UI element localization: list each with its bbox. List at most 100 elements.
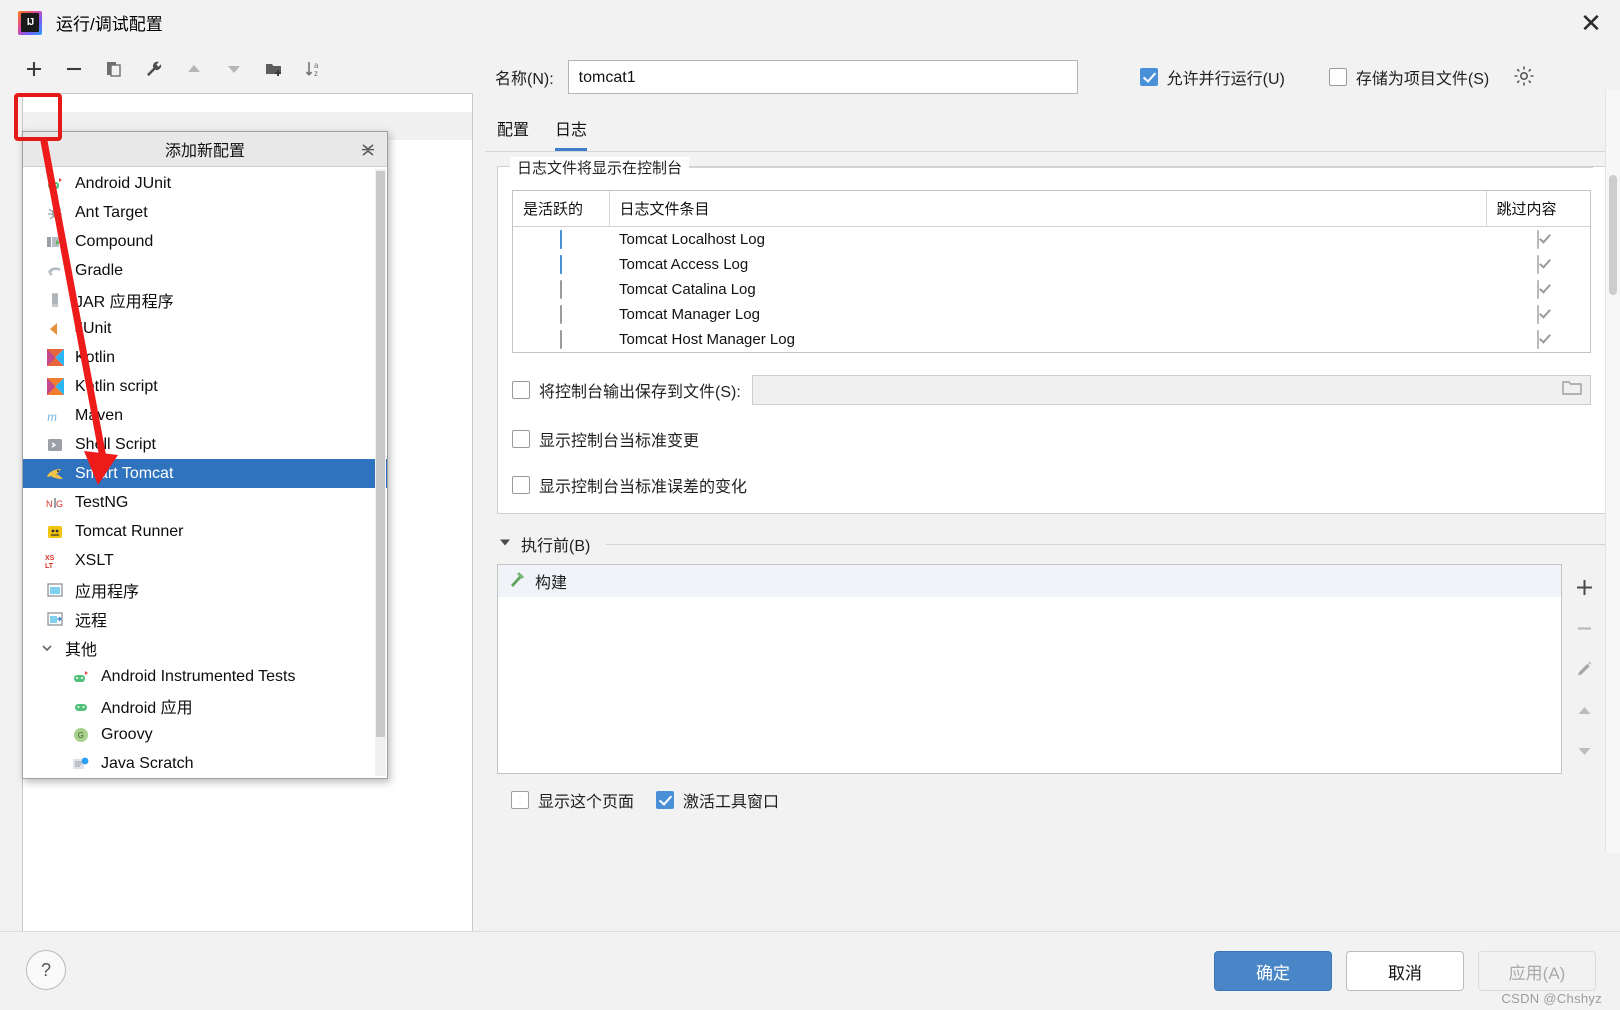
- save-console-output-checkbox[interactable]: 将控制台输出保存到文件(S):: [512, 378, 741, 402]
- add-configuration-button[interactable]: [16, 53, 52, 85]
- table-row[interactable]: Tomcat Catalina Log: [513, 277, 1590, 302]
- list-item-java-scratch[interactable]: Java Scratch: [23, 749, 387, 778]
- active-checkbox[interactable]: [560, 280, 562, 299]
- list-item-junit[interactable]: JUnit: [23, 314, 387, 343]
- active-checkbox[interactable]: [560, 230, 562, 249]
- remove-configuration-button[interactable]: [56, 53, 92, 85]
- list-item-tomcat-runner[interactable]: Tomcat Runner: [23, 517, 387, 546]
- collapse-all-icon[interactable]: [359, 140, 377, 163]
- column-header-active[interactable]: 是活跃的: [513, 191, 609, 227]
- show-console-stderr-label: 显示控制台当标准误差的变化: [539, 479, 748, 496]
- list-item-smart-tomcat[interactable]: Smart Tomcat: [23, 459, 387, 488]
- list-item-xslt[interactable]: XS LT XSLT: [23, 546, 387, 575]
- row-skip-cell[interactable]: [1486, 277, 1590, 302]
- active-checkbox[interactable]: [560, 255, 562, 274]
- list-item-compound[interactable]: Compound: [23, 227, 387, 256]
- list-item-android-instrumented-tests[interactable]: Android Instrumented Tests: [23, 662, 387, 691]
- folder-icon[interactable]: [1562, 379, 1582, 401]
- row-active-cell[interactable]: [513, 252, 609, 277]
- row-skip-cell[interactable]: [1486, 327, 1590, 352]
- row-active-cell[interactable]: [513, 327, 609, 352]
- table-row[interactable]: Tomcat Manager Log: [513, 302, 1590, 327]
- tab-configuration[interactable]: 配置: [497, 116, 529, 151]
- store-as-project-file-checkbox[interactable]: 存储为项目文件(S): [1328, 65, 1489, 89]
- copy-configuration-button[interactable]: [96, 53, 132, 85]
- skip-checkbox[interactable]: [1537, 280, 1539, 299]
- active-checkbox[interactable]: [560, 305, 562, 324]
- edit-task-button[interactable]: [1569, 654, 1599, 684]
- run-debug-configurations-dialog: 运行/调试配置 ✕: [0, 0, 1620, 1010]
- name-input[interactable]: tomcat1: [567, 60, 1078, 94]
- list-item-android-application[interactable]: Android 应用: [23, 691, 387, 720]
- before-launch-task-list[interactable]: 构建: [497, 564, 1562, 774]
- before-launch-toolbar: [1562, 564, 1606, 774]
- list-item-ant-target[interactable]: Ant Target: [23, 198, 387, 227]
- list-item-label: Android JUnit: [75, 174, 172, 192]
- show-console-stdout-checkbox[interactable]: 显示控制台当标准变更: [512, 427, 699, 451]
- groovy-icon: G: [71, 725, 91, 745]
- row-skip-cell[interactable]: [1486, 252, 1590, 277]
- list-item-label: Compound: [75, 232, 154, 250]
- dialog-scrollbar[interactable]: [1605, 90, 1620, 853]
- active-checkbox[interactable]: [560, 330, 562, 349]
- list-item-shell-script[interactable]: Shell Script: [23, 430, 387, 459]
- move-up-button[interactable]: [176, 53, 212, 85]
- new-folder-button[interactable]: [256, 53, 292, 85]
- show-this-page-checkbox[interactable]: 显示这个页面: [511, 788, 634, 812]
- skip-checkbox[interactable]: [1537, 330, 1539, 349]
- row-skip-cell[interactable]: [1486, 227, 1590, 253]
- list-item-jar-application[interactable]: JAR 应用程序: [23, 285, 387, 314]
- list-item-application[interactable]: 应用程序: [23, 575, 387, 604]
- save-console-output-path-field[interactable]: [751, 375, 1591, 405]
- svg-text:G: G: [78, 731, 84, 740]
- row-active-cell[interactable]: [513, 302, 609, 327]
- row-active-cell[interactable]: [513, 277, 609, 302]
- row-skip-cell[interactable]: [1486, 302, 1590, 327]
- move-task-down-button[interactable]: [1569, 736, 1599, 766]
- close-icon[interactable]: ✕: [1562, 0, 1620, 45]
- list-item-groovy[interactable]: G Groovy: [23, 720, 387, 749]
- edit-templates-wrench-icon[interactable]: [136, 53, 172, 85]
- row-active-cell[interactable]: [513, 227, 609, 253]
- application-icon: [45, 580, 65, 600]
- column-header-entry[interactable]: 日志文件条目: [608, 191, 1486, 227]
- sort-alpha-icon[interactable]: a z: [296, 53, 332, 85]
- apply-button[interactable]: 应用(A): [1478, 951, 1596, 991]
- svg-text:XS: XS: [45, 555, 55, 562]
- list-group-other[interactable]: 其他: [23, 633, 387, 662]
- popup-scrollbar[interactable]: [375, 169, 386, 776]
- skip-checkbox[interactable]: [1537, 305, 1539, 324]
- table-row[interactable]: Tomcat Access Log: [513, 252, 1590, 277]
- list-item-maven[interactable]: m Maven: [23, 401, 387, 430]
- show-console-stderr-row: 显示控制台当标准误差的变化: [498, 473, 1605, 497]
- list-item-kotlin[interactable]: Kotlin: [23, 343, 387, 372]
- move-down-button[interactable]: [216, 53, 252, 85]
- question-mark-icon[interactable]: ?: [26, 950, 66, 990]
- add-task-button[interactable]: [1569, 572, 1599, 602]
- triangle-down-icon[interactable]: [497, 534, 513, 554]
- table-row[interactable]: Tomcat Host Manager Log: [513, 327, 1590, 352]
- skip-checkbox[interactable]: [1537, 255, 1539, 274]
- skip-checkbox[interactable]: [1537, 230, 1539, 249]
- list-item-kotlin-script[interactable]: Kotlin script: [23, 372, 387, 401]
- list-item[interactable]: 构建: [498, 565, 1561, 597]
- column-header-skip[interactable]: 跳过内容: [1485, 191, 1590, 227]
- configuration-type-list[interactable]: Android JUnit Ant Target Compound Gradle…: [23, 167, 387, 778]
- activate-tool-window-checkbox[interactable]: 激活工具窗口: [656, 788, 779, 812]
- list-item-testng[interactable]: NG TestNG: [23, 488, 387, 517]
- window-title: 运行/调试配置: [56, 15, 163, 34]
- show-console-stderr-checkbox[interactable]: 显示控制台当标准误差的变化: [512, 473, 747, 497]
- tab-logs[interactable]: 日志: [555, 116, 588, 151]
- logs-group-legend: 日志文件将显示在控制台: [498, 156, 1605, 178]
- remove-task-button[interactable]: [1569, 613, 1599, 643]
- move-task-up-button[interactable]: [1569, 695, 1599, 725]
- cancel-button[interactable]: 取消: [1346, 951, 1464, 991]
- allow-parallel-run-checkbox[interactable]: 允许并行运行(U): [1139, 65, 1285, 89]
- name-row: 名称(N): tomcat1 允许并行运行(U) 存储为项目文件(S): [485, 45, 1620, 109]
- ok-button[interactable]: 确定: [1214, 951, 1332, 991]
- list-item-remote[interactable]: 远程: [23, 604, 387, 633]
- list-item-android-junit[interactable]: Android JUnit: [23, 169, 387, 198]
- list-item-gradle[interactable]: Gradle: [23, 256, 387, 285]
- gear-icon[interactable]: [1513, 65, 1537, 89]
- table-row[interactable]: Tomcat Localhost Log: [513, 227, 1590, 253]
